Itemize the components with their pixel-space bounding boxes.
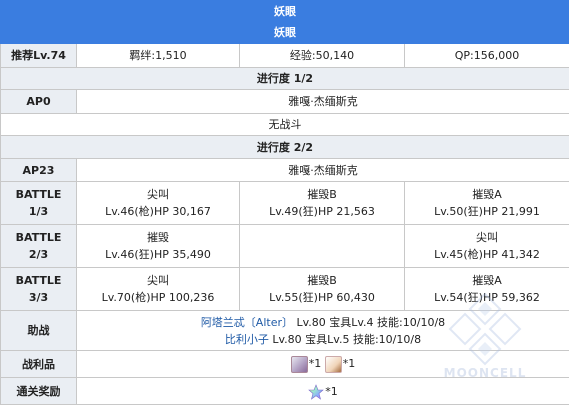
battle-3-enemy-1: 尖叫 Lv.70(枪)HP 100,236 — [76, 267, 240, 311]
battle-1-enemy-2: 摧毁B Lv.49(狂)HP 21,563 — [239, 181, 405, 225]
quest-table: 妖眼 妖眼 推荐Lv.74 羁绊:1,510 经验:50,140 QP:156,… — [0, 0, 569, 405]
enemy-stats: Lv.46(枪)HP 30,167 — [105, 205, 211, 218]
battle-1-label: BATTLE 1/3 — [0, 181, 77, 225]
qp-value: QP:156,000 — [404, 43, 569, 68]
enemy-stats: Lv.46(狂)HP 35,490 — [105, 248, 211, 261]
enemy-name: 摧毁B — [307, 274, 337, 287]
quest-panel: 妖眼 妖眼 推荐Lv.74 羁绊:1,510 经验:50,140 QP:156,… — [0, 0, 569, 418]
battle-1-enemy-1: 尖叫 Lv.46(枪)HP 30,167 — [76, 181, 240, 225]
battle-2-enemy-2 — [239, 224, 405, 268]
progress-1-location: 雅嘎·杰缅斯克 — [76, 89, 569, 114]
battle-1-label-bottom: 1/3 — [28, 205, 49, 218]
enemy-name: 摧毁A — [472, 188, 502, 201]
enemy-stats: Lv.54(狂)HP 59,362 — [434, 291, 540, 304]
battle-2-label-bottom: 2/3 — [28, 248, 49, 261]
exp-value: 经验:50,140 — [239, 43, 405, 68]
bone-material-icon[interactable] — [290, 355, 308, 373]
battle-3-enemy-3: 摧毁A Lv.54(狂)HP 59,362 — [404, 267, 569, 311]
enemy-stats: Lv.45(枪)HP 41,342 — [434, 248, 540, 261]
enemy-name: 尖叫 — [147, 274, 169, 287]
drop-1-count: *1 — [308, 357, 322, 371]
support-label: 助战 — [0, 310, 77, 351]
bond-value: 羁绊:1,510 — [76, 43, 240, 68]
support-servant-1-link[interactable]: 阿塔兰忒〔Alter〕 — [201, 316, 293, 329]
enemy-name: 摧毁A — [472, 274, 502, 287]
battle-2-enemy-3: 尖叫 Lv.45(枪)HP 41,342 — [404, 224, 569, 268]
support-servant-2-link[interactable]: 比利小子 — [225, 333, 269, 346]
progress-1-ap: AP0 — [0, 89, 77, 114]
support-row-2: 比利小子 Lv.80 宝具Lv.5 技能:10/10/8 — [77, 331, 569, 348]
support-servant-1-stats: Lv.80 宝具Lv.4 技能:10/10/8 — [293, 315, 446, 329]
support-row-1: 阿塔兰忒〔Alter〕 Lv.80 宝具Lv.4 技能:10/10/8 — [77, 314, 569, 331]
enemy-stats: Lv.55(狂)HP 60,430 — [269, 291, 375, 304]
progress-1-header: 进行度 1/2 — [0, 67, 569, 90]
enemy-name: 摧毁B — [307, 188, 337, 201]
enemy-name: 摧毁 — [147, 231, 169, 244]
quest-title: 妖眼 — [0, 0, 569, 22]
clear-reward-count: *1 — [325, 384, 338, 398]
progress-2-header: 进行度 2/2 — [0, 135, 569, 159]
feather-material-icon[interactable] — [324, 355, 342, 373]
battle-1-enemy-3: 摧毁A Lv.50(狂)HP 21,991 — [404, 181, 569, 225]
battle-2-label: BATTLE 2/3 — [0, 224, 77, 268]
drops-label: 战利品 — [0, 350, 77, 378]
quest-subtitle: 妖眼 — [0, 21, 569, 44]
enemy-stats: Lv.70(枪)HP 100,236 — [101, 291, 215, 304]
battle-3-label: BATTLE 3/3 — [0, 267, 77, 311]
progress-2-ap: AP23 — [0, 158, 77, 182]
drops-list: *1 *1 — [76, 350, 569, 378]
progress-2-location: 雅嘎·杰缅斯克 — [76, 158, 569, 182]
support-servant-2-stats: Lv.80 宝具Lv.5 技能:10/10/8 — [268, 332, 422, 346]
battle-3-label-bottom: 3/3 — [28, 291, 49, 304]
clear-reward: *1 — [76, 377, 569, 405]
support-list: 阿塔兰忒〔Alter〕 Lv.80 宝具Lv.4 技能:10/10/8 比利小子… — [76, 310, 569, 351]
battle-2-label-top: BATTLE — [15, 231, 62, 244]
battle-1-label-top: BATTLE — [15, 188, 62, 201]
enemy-stats: Lv.49(狂)HP 21,563 — [269, 205, 375, 218]
clear-reward-label: 通关奖励 — [0, 377, 77, 405]
battle-2-enemy-1: 摧毁 Lv.46(狂)HP 35,490 — [76, 224, 240, 268]
saint-quartz-icon[interactable] — [308, 383, 325, 400]
enemy-name: 尖叫 — [476, 231, 498, 244]
drop-2-count: *1 — [342, 357, 356, 371]
battle-3-enemy-2: 摧毁B Lv.55(狂)HP 60,430 — [239, 267, 405, 311]
recommended-level: 推荐Lv.74 — [0, 43, 77, 68]
no-battle-text: 无战斗 — [0, 113, 569, 136]
battle-3-label-top: BATTLE — [15, 274, 62, 287]
enemy-name: 尖叫 — [147, 188, 169, 201]
enemy-stats: Lv.50(狂)HP 21,991 — [434, 205, 540, 218]
